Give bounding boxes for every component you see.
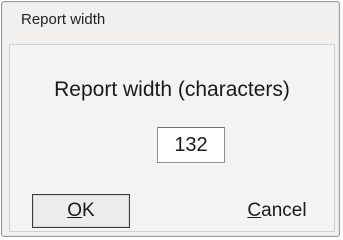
report-width-input[interactable] xyxy=(157,127,225,163)
dialog-body: Report width (characters) OK Cancel xyxy=(9,44,335,232)
title-bar[interactable]: Report width xyxy=(3,3,338,43)
report-width-label: Report width (characters) xyxy=(54,78,290,101)
ok-label-rest: K xyxy=(82,200,95,221)
cancel-label-rest: ancel xyxy=(261,200,307,221)
ok-button[interactable]: OK xyxy=(32,194,130,228)
report-width-dialog: Report width Report width (characters) O… xyxy=(1,1,340,237)
dialog-title: Report width xyxy=(21,11,106,28)
cancel-mnemonic: C xyxy=(247,200,262,221)
ok-mnemonic: O xyxy=(67,200,83,221)
cancel-button-label: Cancel xyxy=(247,200,306,222)
ok-button-label: OK xyxy=(67,200,94,222)
cancel-button[interactable]: Cancel xyxy=(224,194,330,228)
